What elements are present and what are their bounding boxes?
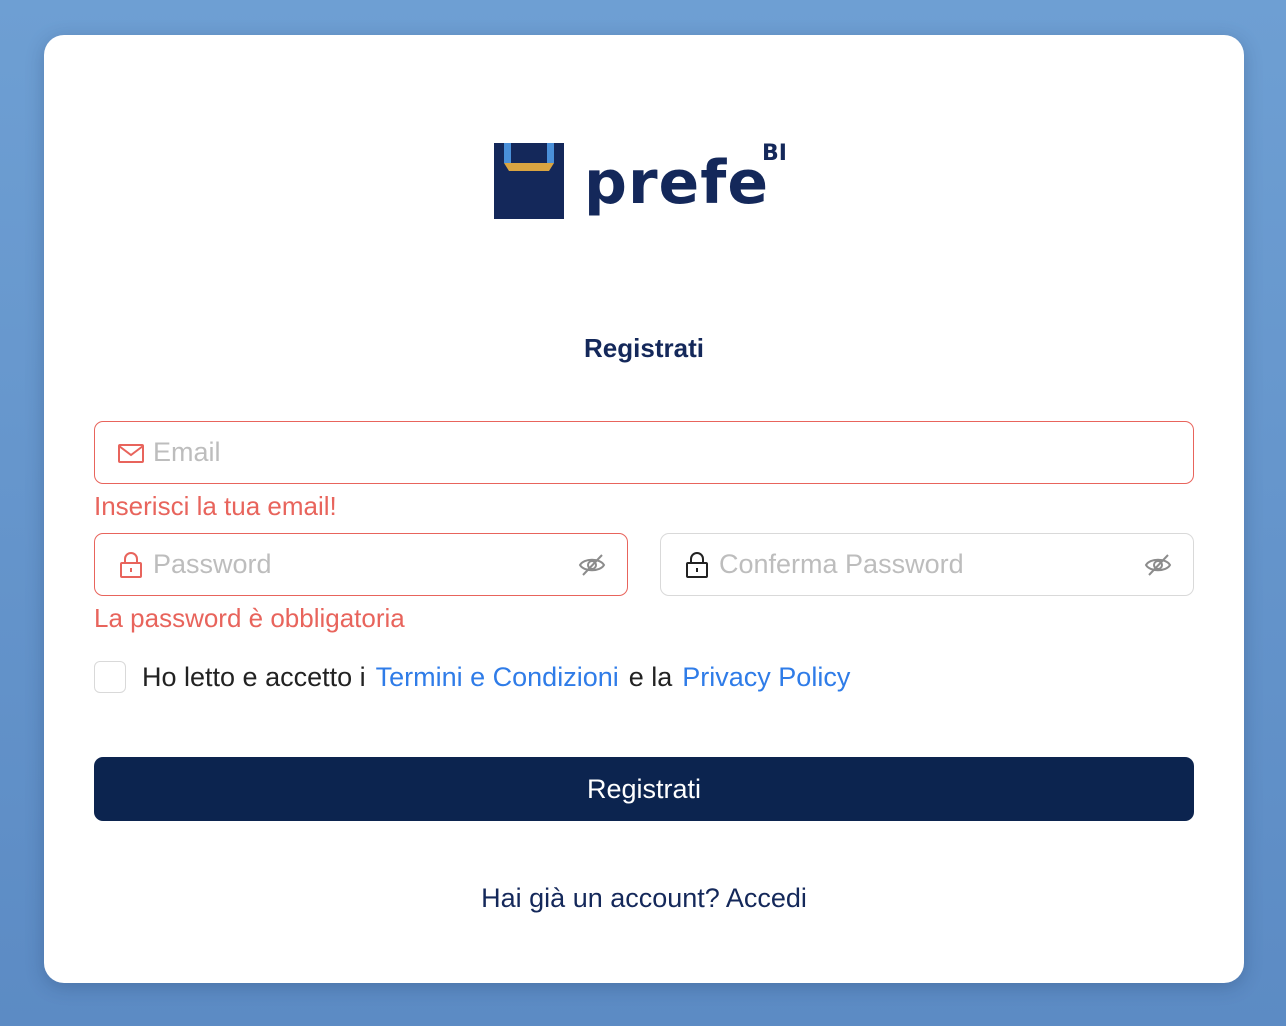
password-field[interactable] — [94, 533, 628, 596]
terms-row: Ho letto e accetto i Termini e Condizion… — [94, 660, 860, 694]
confirm-password-field[interactable] — [660, 533, 1194, 596]
brand-superscript: BI — [762, 141, 787, 166]
terms-middle: e la — [628, 661, 673, 692]
page-title: Registrati — [584, 333, 704, 363]
password-error: La password è obbligatoria — [94, 603, 405, 633]
confirm-password-input[interactable] — [719, 534, 1119, 595]
email-input[interactable] — [153, 422, 1153, 483]
lock-icon — [686, 551, 708, 578]
privacy-link[interactable]: Privacy Policy — [682, 662, 850, 693]
terms-prefix: Ho letto e accetto i — [142, 661, 366, 692]
eye-off-icon[interactable] — [1143, 550, 1173, 580]
lock-icon — [120, 551, 142, 578]
eye-off-icon[interactable] — [577, 550, 607, 580]
password-input[interactable] — [153, 534, 553, 595]
mail-icon — [118, 443, 144, 463]
brand-name: prefe — [584, 148, 770, 218]
terms-checkbox[interactable] — [94, 661, 126, 693]
signup-card: prefe BI Registrati Inserisci la tua ema… — [44, 35, 1244, 983]
email-error: Inserisci la tua email! — [94, 491, 337, 521]
register-button[interactable]: Registrati — [94, 757, 1194, 821]
login-link[interactable]: Hai già un account? Accedi — [44, 883, 1244, 914]
email-field[interactable] — [94, 421, 1194, 484]
terms-link[interactable]: Termini e Condizioni — [376, 662, 619, 693]
brand-logo: prefe BI — [494, 141, 804, 223]
logo-mark-icon — [494, 143, 564, 219]
